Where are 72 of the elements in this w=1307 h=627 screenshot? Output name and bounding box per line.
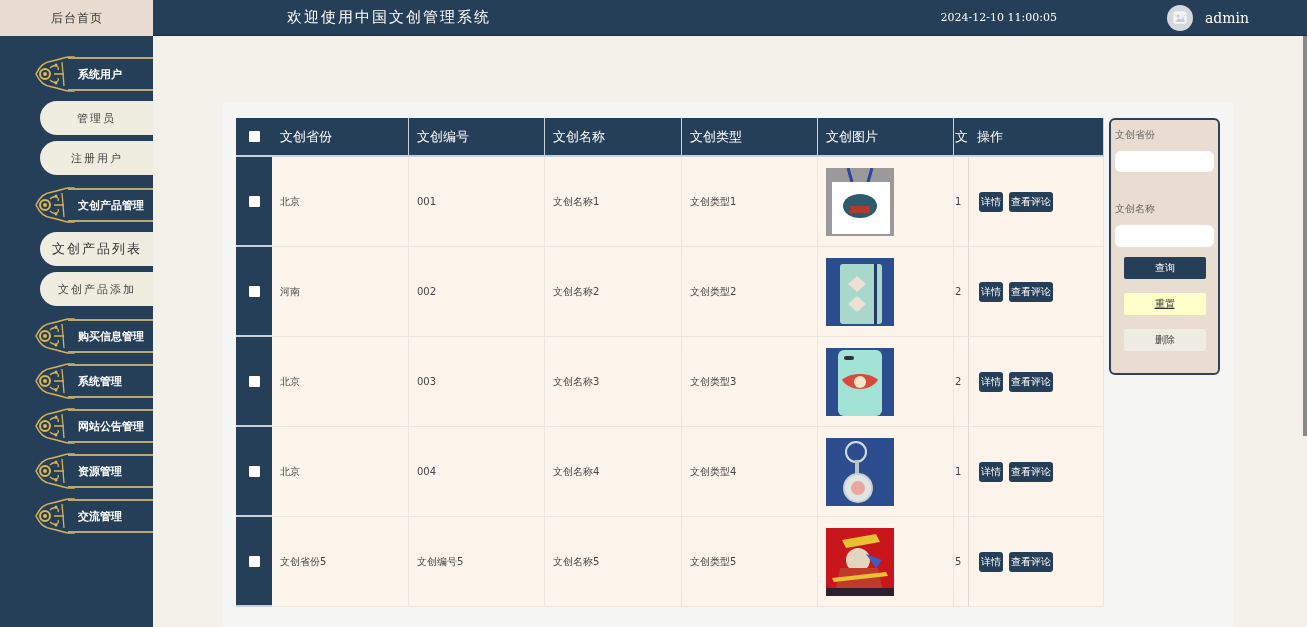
table-cell: 文创类型1: [682, 157, 818, 247]
table-cell: 1: [954, 427, 969, 517]
checkbox[interactable]: [248, 465, 260, 477]
date-time: 2024-12-10 11:00:05: [940, 11, 1057, 24]
checkbox[interactable]: [248, 555, 260, 567]
table-cell: 文创类型3: [682, 337, 818, 427]
home-link[interactable]: 后台首页: [50, 9, 103, 27]
table-cell: 2: [954, 247, 969, 337]
scrollbar[interactable]: [1303, 36, 1307, 436]
table-cell: 文创名称5: [545, 517, 682, 607]
field-label: 文创名称: [1115, 202, 1156, 217]
table-cell: 北京: [272, 157, 409, 247]
table-cell: 2: [954, 337, 969, 427]
view-comments-button[interactable]: 查看评论: [1009, 281, 1053, 302]
view-comments-button[interactable]: 查看评论: [1009, 191, 1053, 212]
details-button[interactable]: 详情: [979, 461, 1003, 482]
table-cell: 文创省份5: [272, 517, 409, 607]
column-header: 文创省份: [272, 118, 409, 157]
menu-item[interactable]: 文创产品添加: [40, 272, 153, 306]
user-name[interactable]: admin: [1204, 9, 1249, 26]
checkbox[interactable]: [248, 131, 260, 142]
table-cell: 北京: [272, 337, 409, 427]
checkbox[interactable]: [248, 375, 260, 387]
avatar-image-icon[interactable]: [1166, 4, 1193, 31]
details-button[interactable]: 详情: [979, 281, 1003, 302]
table-cell: 文创名称4: [545, 427, 682, 517]
details-button[interactable]: 详情: [979, 191, 1003, 212]
input-field[interactable]: [1115, 225, 1214, 247]
menu-group[interactable]: 系统用户: [68, 57, 153, 91]
table-cell: 文创编号5: [409, 517, 545, 607]
search-button[interactable]: 查询: [1123, 256, 1206, 279]
input-field[interactable]: [1115, 151, 1214, 173]
view-comments-button[interactable]: 查看评论: [1009, 551, 1053, 572]
delete-button[interactable]: 删除: [1123, 328, 1206, 351]
table-cell: 5: [954, 517, 969, 607]
menu-group[interactable]: 购买信息管理: [68, 319, 153, 353]
column-header: 文: [954, 118, 969, 157]
table-cell: 003: [409, 337, 545, 427]
menu-group[interactable]: 文创产品管理: [68, 188, 153, 222]
page-title: 欢迎使用中国文创管理系统: [287, 8, 491, 27]
menu-group[interactable]: 交流管理: [68, 499, 153, 533]
details-button[interactable]: 详情: [979, 371, 1003, 392]
table-cell: 北京: [272, 427, 409, 517]
table-cell: 文创名称1: [545, 157, 682, 247]
checkbox[interactable]: [248, 195, 260, 207]
view-comments-button[interactable]: 查看评论: [1009, 371, 1053, 392]
menu-item[interactable]: 文创产品列表: [40, 232, 153, 266]
field-label: 文创省份: [1115, 128, 1156, 142]
column-header: 操作: [969, 118, 1104, 157]
table-cell: 文创类型4: [682, 427, 818, 517]
column-header: 文创名称: [545, 118, 682, 157]
table-cell: 1: [954, 157, 969, 247]
view-comments-button[interactable]: 查看评论: [1009, 461, 1053, 482]
menu-item[interactable]: 管理员: [40, 101, 153, 135]
table-cell: 002: [409, 247, 545, 337]
menu-group[interactable]: 系统管理: [68, 364, 153, 398]
table-cell: 文创名称2: [545, 247, 682, 337]
table-cell: 文创名称3: [545, 337, 682, 427]
menu-group[interactable]: 资源管理: [68, 454, 153, 488]
column-header: 文创图片: [818, 118, 954, 157]
table-cell: 001: [409, 157, 545, 247]
column-header: 文创类型: [682, 118, 818, 157]
menu-item[interactable]: 注册用户: [40, 141, 153, 175]
table-cell: 004: [409, 427, 545, 517]
checkbox[interactable]: [248, 285, 260, 297]
reset-button[interactable]: 重置: [1123, 292, 1206, 315]
table-cell: 文创类型2: [682, 247, 818, 337]
menu-group[interactable]: 网站公告管理: [68, 409, 153, 443]
table-cell: 文创类型5: [682, 517, 818, 607]
details-button[interactable]: 详情: [979, 551, 1003, 572]
table-cell: 河南: [272, 247, 409, 337]
column-header: 文创编号: [409, 118, 545, 157]
